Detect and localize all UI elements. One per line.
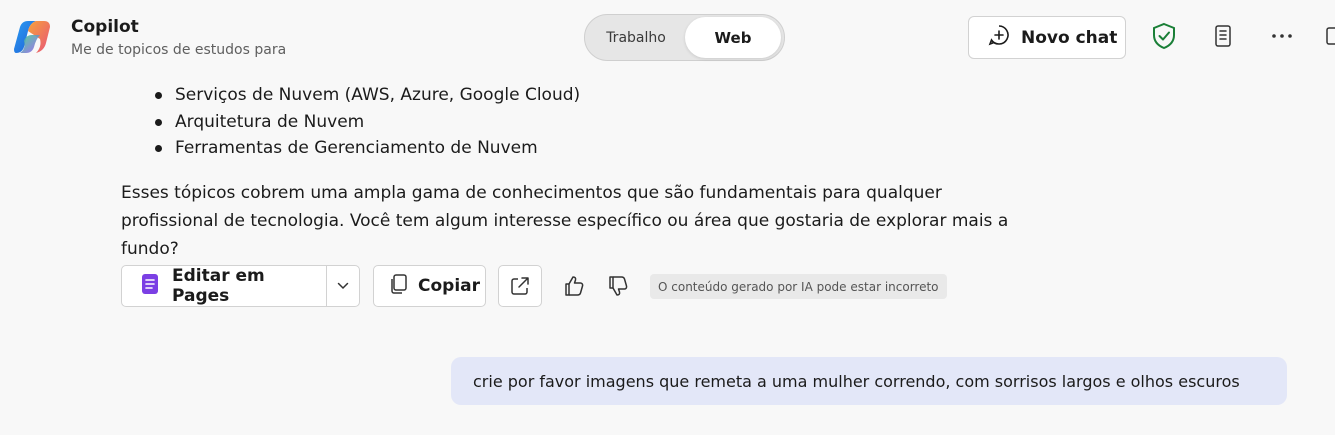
response-topic-list: Serviços de Nuvem (AWS, Azure, Google Cl…	[155, 82, 580, 162]
list-item: Ferramentas de Gerenciamento de Nuvem	[155, 135, 580, 162]
edit-in-pages-button[interactable]: Editar em Pages	[122, 266, 327, 306]
edit-in-pages-label: Editar em Pages	[172, 266, 265, 306]
app-title: Copilot	[71, 17, 139, 37]
thumbs-down-icon	[609, 276, 628, 296]
thumbs-up-button[interactable]	[560, 272, 588, 300]
add-chat-icon	[987, 23, 1011, 52]
new-chat-label: Novo chat	[1021, 27, 1118, 48]
list-item: Arquitetura de Nuvem	[155, 109, 580, 136]
thumbs-up-icon	[565, 276, 584, 296]
ai-disclaimer: O conteúdo gerado por IA pode estar inco…	[650, 274, 947, 299]
response-paragraph: Esses tópicos cobrem uma ampla gama de c…	[121, 183, 1009, 259]
shield-check-icon[interactable]	[1150, 22, 1178, 50]
thumbs-down-button[interactable]	[604, 272, 632, 300]
pages-icon	[140, 273, 160, 300]
chevron-down-icon	[337, 282, 349, 290]
new-chat-button[interactable]: Novo chat	[968, 16, 1126, 59]
top-header: Copilot Me de topicos de estudos para Tr…	[0, 0, 1335, 76]
edit-options-dropdown[interactable]	[327, 266, 359, 306]
mode-toggle: Trabalho Web	[584, 14, 785, 61]
copilot-logo-icon	[12, 17, 52, 57]
more-icon[interactable]	[1268, 22, 1296, 50]
copy-button[interactable]: Copiar	[373, 265, 486, 307]
user-message-bubble: crie por favor imagens que remeta a uma …	[451, 357, 1287, 405]
mode-option-trabalho[interactable]: Trabalho	[588, 17, 684, 58]
share-button[interactable]	[498, 265, 542, 307]
share-icon	[511, 277, 529, 295]
notebook-icon[interactable]	[1209, 22, 1237, 50]
conversation-title: Me de topicos de estudos para	[71, 42, 287, 58]
edit-in-pages-group: Editar em Pages	[121, 265, 360, 307]
user-message-text: crie por favor imagens que remeta a uma …	[473, 371, 1240, 391]
side-panel-icon[interactable]	[1324, 22, 1335, 50]
copy-label: Copiar	[418, 276, 481, 296]
copy-icon	[388, 273, 410, 300]
mode-option-web[interactable]: Web	[685, 17, 781, 58]
list-item: Serviços de Nuvem (AWS, Azure, Google Cl…	[155, 82, 580, 109]
